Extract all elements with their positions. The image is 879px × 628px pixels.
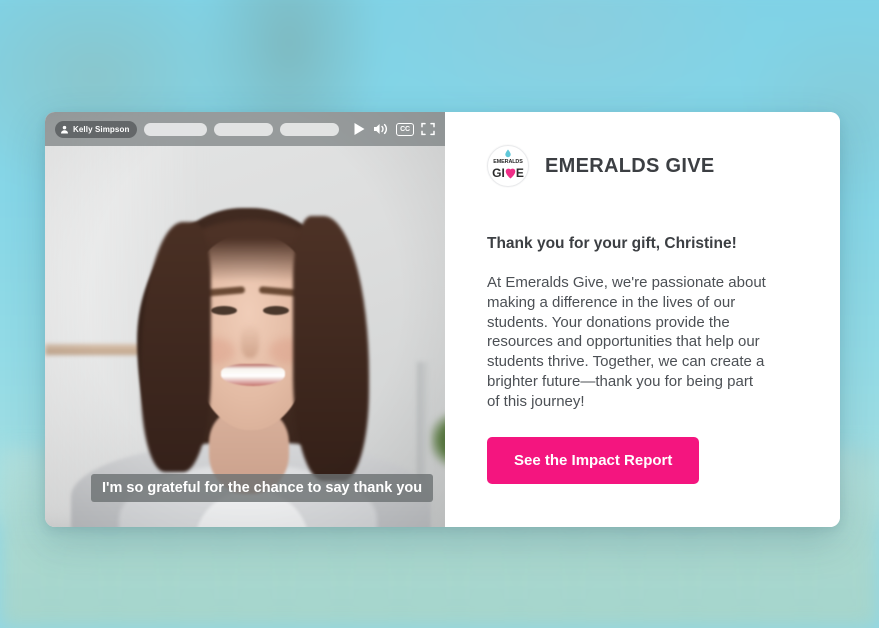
logo-gi-text: GI [492,165,505,180]
volume-icon [374,123,387,135]
play-button[interactable] [353,122,366,136]
logo-top-word: EMERALDS [493,159,523,166]
person-icon [61,125,68,133]
fullscreen-button[interactable] [421,122,435,136]
progress-segment-2[interactable] [213,122,273,136]
captions-button[interactable]: CC [396,122,414,136]
video-caption: I'm so grateful for the chance to say th… [91,474,434,502]
speaker-name: Kelly Simpson [73,124,130,134]
brand-name: EMERALDS GIVE [545,154,715,177]
emeralds-give-logo: EMERALDS GI E [487,145,529,187]
droplet-icon [505,149,511,158]
progress-segment-1[interactable] [144,122,207,136]
video-player[interactable]: Kelly Simpson CC I'm so grateful for the… [45,112,445,527]
message-panel: EMERALDS GI E EMERALDS GIVE Thank you fo… [445,112,840,527]
progress-segment-3[interactable] [279,122,339,136]
closed-captions-icon: CC [396,122,414,136]
brand-header: EMERALDS GI E EMERALDS GIVE [487,145,800,187]
thank-you-card: Kelly Simpson CC I'm so grateful for the… [45,112,840,527]
heart-icon [505,168,516,179]
impact-report-button[interactable]: See the Impact Report [487,437,700,484]
volume-button[interactable] [373,122,389,136]
video-control-bar: Kelly Simpson CC [45,112,445,146]
speaker-name-tag: Kelly Simpson [55,120,138,138]
body-message: At Emeralds Give, we're passionate about… [487,274,766,410]
video-frame [45,112,445,527]
play-icon [354,123,365,135]
greeting-heading: Thank you for your gift, Christine! [487,235,737,252]
fullscreen-icon [421,122,435,136]
logo-bottom-word: GI E [492,167,524,179]
logo-e-text: E [515,165,524,180]
